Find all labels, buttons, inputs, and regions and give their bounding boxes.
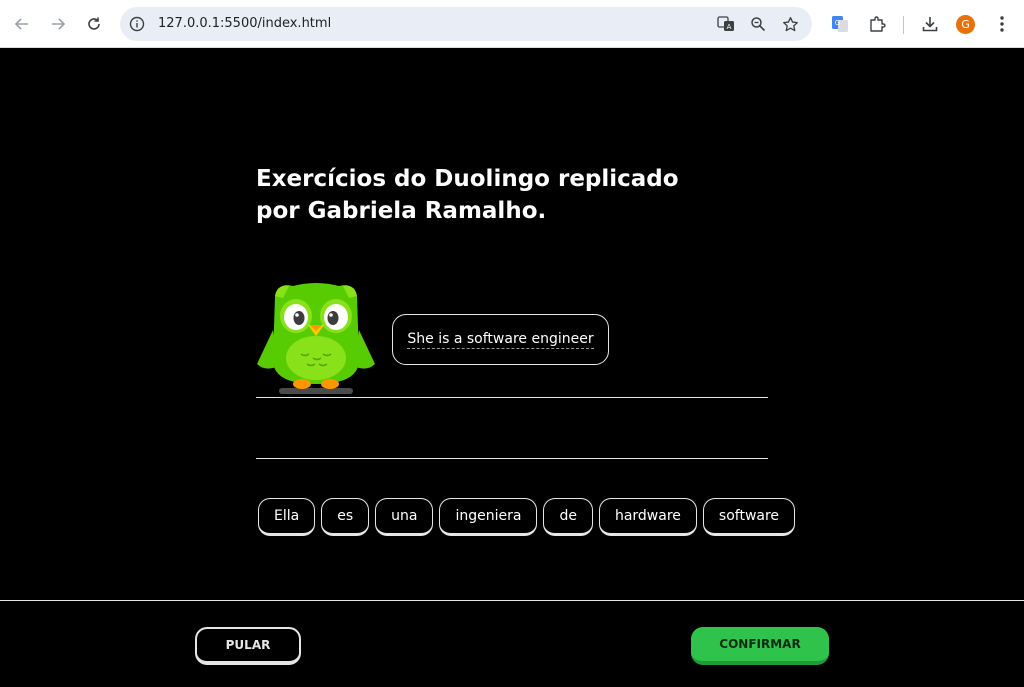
google-translate-extension-icon[interactable]: G	[828, 12, 852, 36]
toolbar-divider	[903, 16, 904, 34]
duolingo-owl-icon	[255, 280, 377, 398]
word-chip[interactable]: Ella	[258, 498, 316, 536]
browser-toolbar: 127.0.0.1:5500/index.html A G G	[0, 0, 1024, 48]
address-bar[interactable]: 127.0.0.1:5500/index.html A	[120, 7, 812, 41]
svg-text:G: G	[835, 19, 840, 27]
info-icon[interactable]	[128, 15, 146, 33]
reload-icon[interactable]	[80, 10, 108, 38]
skip-button[interactable]: PULAR	[195, 627, 301, 665]
footer-divider	[0, 600, 1024, 601]
word-chip[interactable]: de	[543, 498, 593, 536]
word-chip[interactable]: hardware	[598, 498, 697, 536]
forward-icon[interactable]	[44, 10, 72, 38]
avatar[interactable]: G	[956, 15, 975, 34]
word-chip[interactable]: ingeniera	[439, 498, 538, 536]
exercise-page: Exercícios do Duolingo replicado por Gab…	[0, 49, 1024, 687]
translate-icon[interactable]: A	[716, 14, 736, 34]
zoom-icon[interactable]	[748, 14, 768, 34]
back-icon[interactable]	[8, 10, 36, 38]
word-chip[interactable]: software	[702, 498, 796, 536]
word-bank: Ella es una ingeniera de hardware softwa…	[258, 498, 796, 538]
download-icon[interactable]	[918, 12, 942, 36]
page-title: Exercícios do Duolingo replicado por Gab…	[256, 166, 679, 224]
url-text: 127.0.0.1:5500/index.html	[158, 16, 332, 31]
confirm-button[interactable]: CONFIRMAR	[691, 627, 829, 665]
prompt-sentence[interactable]: She is a software engineer	[407, 331, 594, 349]
answer-line-top	[256, 397, 768, 398]
menu-icon[interactable]	[990, 12, 1014, 36]
word-chip[interactable]: una	[375, 498, 434, 536]
star-icon[interactable]	[780, 14, 800, 34]
prompt-speech-bubble: She is a software engineer	[392, 314, 609, 365]
word-chip[interactable]: es	[321, 498, 370, 536]
extensions-icon[interactable]	[865, 12, 889, 36]
answer-line-bottom	[256, 458, 768, 459]
svg-text:A: A	[727, 23, 732, 31]
